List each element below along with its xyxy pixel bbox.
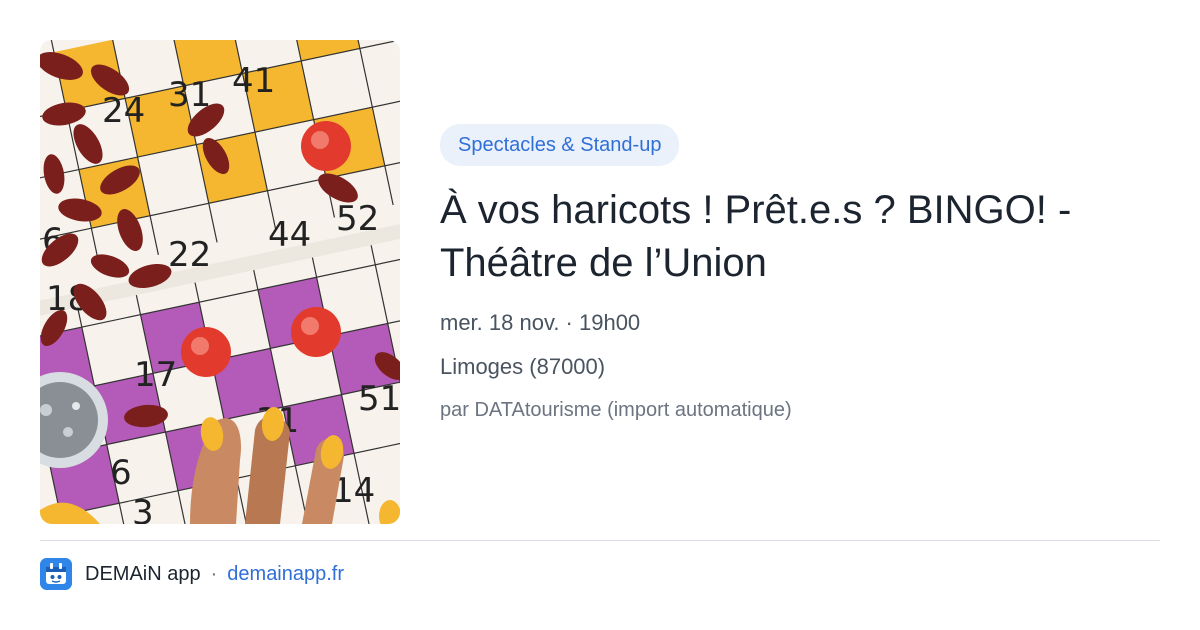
bingo-number: 52 (336, 199, 379, 239)
event-image[interactable]: 24 31 41 22 44 52 6 18 17 20 31 51 6 14 … (40, 40, 400, 524)
footer-divider (40, 540, 1160, 541)
event-location: Limoges (87000) (440, 354, 606, 379)
event-title[interactable]: À vos haricots ! Prêt.e.s ? BINGO! - Thé… (440, 184, 1140, 290)
bingo-number: 24 (102, 91, 145, 131)
app-name: DEMAiN app (85, 562, 201, 585)
bingo-number: 6 (110, 453, 132, 493)
site-link[interactable]: demainapp.fr (227, 563, 344, 586)
bingo-number: 3 (132, 493, 154, 524)
bingo-number: 17 (134, 355, 177, 395)
app-logo-icon (40, 558, 72, 590)
bingo-illustration: 24 31 41 22 44 52 6 18 17 20 31 51 6 14 … (40, 40, 400, 524)
bingo-number: 22 (168, 235, 211, 275)
footer: DEMAiN app · demainapp.fr (40, 558, 344, 590)
bingo-number: 44 (268, 215, 311, 255)
event-datetime: mer. 18 nov. · 19h00 (440, 310, 641, 335)
footer-separator: · (210, 562, 218, 585)
bingo-number: 51 (358, 379, 400, 419)
event-source: par DATAtourisme (import automatique) (440, 399, 792, 421)
event-details: Spectacles & Stand-up À vos haricots ! P… (440, 124, 1160, 440)
event-preview-card[interactable]: 24 31 41 22 44 52 6 18 17 20 31 51 6 14 … (0, 0, 1200, 630)
bingo-number: 41 (232, 61, 275, 101)
event-meta: mer. 18 nov. · 19h00 Limoges (87000) par… (440, 310, 1160, 422)
category-tag[interactable]: Spectacles & Stand-up (440, 124, 680, 166)
